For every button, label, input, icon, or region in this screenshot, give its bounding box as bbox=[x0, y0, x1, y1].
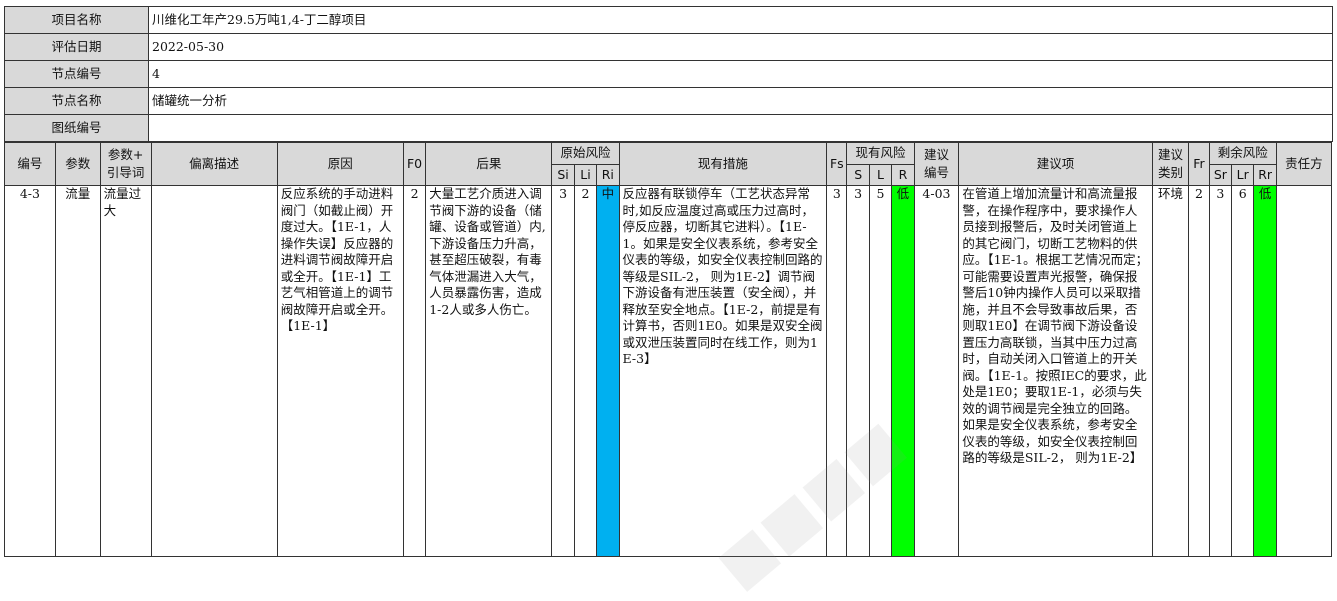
table-row[interactable]: 4-3 流量 流量过大 反应系统的手动进料阀门（如截止阀）开度过大。【1E-1，… bbox=[4, 185, 1333, 557]
resid-risk-header: 剩余风险 bbox=[1208, 142, 1277, 165]
col-si-header: Si bbox=[551, 163, 575, 186]
col-sugg-type-header: 建议 类别 bbox=[1151, 142, 1190, 186]
col-s-header: S bbox=[846, 163, 870, 186]
row-f0[interactable]: 2 bbox=[402, 185, 427, 557]
row-fs[interactable]: 3 bbox=[826, 185, 848, 557]
node-info-table: 项目名称 川维化工年产29.5万吨1,4-丁二醇项目 评估日期 2022-05-… bbox=[4, 6, 1333, 142]
col-sr-header: Sr bbox=[1208, 163, 1233, 186]
node-no-label: 节点编号 bbox=[4, 60, 149, 88]
sugg-type-line1: 建议 bbox=[1158, 147, 1184, 162]
row-deviation[interactable] bbox=[150, 185, 278, 557]
sugg-no-line2: 编号 bbox=[923, 165, 949, 180]
col-no-header: 编号 bbox=[4, 142, 56, 186]
info-row-project: 项目名称 川维化工年产29.5万吨1,4-丁二醇项目 bbox=[4, 6, 1333, 34]
row-fr[interactable]: 2 bbox=[1188, 185, 1210, 557]
project-name-label: 项目名称 bbox=[4, 6, 149, 34]
col-cause-header: 原因 bbox=[276, 142, 404, 186]
col-measures-header: 现有措施 bbox=[618, 142, 828, 186]
row-l[interactable]: 5 bbox=[868, 185, 893, 557]
drawing-no-value[interactable] bbox=[148, 114, 1333, 142]
col-suggestion-header: 建议项 bbox=[958, 142, 1153, 186]
deviation-table: 编号 参数 参数+ 引导词 偏离描述 原因 F0 后果 原始风险 现有措施 Fs … bbox=[4, 142, 1333, 557]
row-sugg-type[interactable]: 环境 bbox=[1151, 185, 1190, 557]
col-li-header: Li bbox=[573, 163, 598, 186]
info-row-node-name: 节点名称 储罐统一分析 bbox=[4, 87, 1333, 115]
project-name-value[interactable]: 川维化工年产29.5万吨1,4-丁二醇项目 bbox=[148, 6, 1333, 34]
row-ri-badge[interactable]: 中 bbox=[596, 185, 620, 557]
col-consequence-header: 后果 bbox=[425, 142, 553, 186]
row-param-guide[interactable]: 流量过大 bbox=[99, 185, 152, 557]
node-name-value[interactable]: 储罐统一分析 bbox=[148, 87, 1333, 115]
col-fr-header: Fr bbox=[1188, 142, 1210, 186]
orig-risk-header: 原始风险 bbox=[551, 142, 620, 165]
eval-date-value[interactable]: 2022-05-30 bbox=[148, 33, 1333, 61]
drawing-no-label: 图纸编号 bbox=[4, 114, 149, 142]
col-f0-header: F0 bbox=[402, 142, 427, 186]
row-measures[interactable]: 反应器有联锁停车（工艺状态异常时,如反应温度过高或压力过高时，停反应器，切断其它… bbox=[618, 185, 828, 557]
col-param-header: 参数 bbox=[54, 142, 101, 186]
curr-risk-header: 现有风险 bbox=[846, 142, 915, 165]
col-sugg-no-header: 建议 编号 bbox=[913, 142, 960, 186]
row-si[interactable]: 3 bbox=[551, 185, 575, 557]
row-param[interactable]: 流量 bbox=[54, 185, 101, 557]
node-name-label: 节点名称 bbox=[4, 87, 149, 115]
col-ri-header: Ri bbox=[596, 163, 620, 186]
row-owner[interactable] bbox=[1275, 185, 1333, 557]
col-l-header: L bbox=[868, 163, 893, 186]
eval-date-label: 评估日期 bbox=[4, 33, 149, 61]
row-rr-badge[interactable]: 低 bbox=[1253, 185, 1277, 557]
info-row-date: 评估日期 2022-05-30 bbox=[4, 33, 1333, 61]
col-r-header: R bbox=[891, 163, 915, 186]
row-sugg-no[interactable]: 4-03 bbox=[913, 185, 960, 557]
col-lr-header: Lr bbox=[1231, 163, 1255, 186]
col-rr-header: Rr bbox=[1253, 163, 1277, 186]
hazop-worksheet: 项目名称 川维化工年产29.5万吨1,4-丁二醇项目 评估日期 2022-05-… bbox=[4, 6, 1333, 557]
row-sr[interactable]: 3 bbox=[1208, 185, 1233, 557]
sugg-no-line1: 建议 bbox=[923, 147, 949, 162]
node-no-value[interactable]: 4 bbox=[148, 60, 1333, 88]
row-cause[interactable]: 反应系统的手动进料阀门（如截止阀）开度过大。【1E-1，人操作失误】反应器的进料… bbox=[276, 185, 404, 557]
row-suggestion[interactable]: 在管道上增加流量计和高流量报警，在操作程序中，要求操作人员接到报警后，及时关闭管… bbox=[958, 185, 1153, 557]
sugg-type-line2: 类别 bbox=[1158, 165, 1184, 180]
param-guide-line1: 参数+ bbox=[107, 147, 144, 162]
col-param-guide-header: 参数+ 引导词 bbox=[99, 142, 152, 186]
row-lr[interactable]: 6 bbox=[1231, 185, 1255, 557]
col-deviation-header: 偏离描述 bbox=[150, 142, 278, 186]
header-row-1: 编号 参数 参数+ 引导词 偏离描述 原因 F0 后果 原始风险 现有措施 Fs … bbox=[4, 142, 1333, 186]
row-s[interactable]: 3 bbox=[846, 185, 870, 557]
param-guide-line2: 引导词 bbox=[106, 165, 145, 180]
info-row-drawing: 图纸编号 bbox=[4, 114, 1333, 142]
col-owner-header: 责任方 bbox=[1275, 142, 1333, 186]
row-consequence[interactable]: 大量工艺介质进入调节阀下游的设备（储罐、设备或管道）内,下游设备压力升高，甚至超… bbox=[425, 185, 553, 557]
row-li[interactable]: 2 bbox=[573, 185, 598, 557]
row-r-badge[interactable]: 低 bbox=[891, 185, 915, 557]
row-no[interactable]: 4-3 bbox=[4, 185, 56, 557]
col-fs-header: Fs bbox=[826, 142, 848, 186]
info-row-node-no: 节点编号 4 bbox=[4, 60, 1333, 88]
